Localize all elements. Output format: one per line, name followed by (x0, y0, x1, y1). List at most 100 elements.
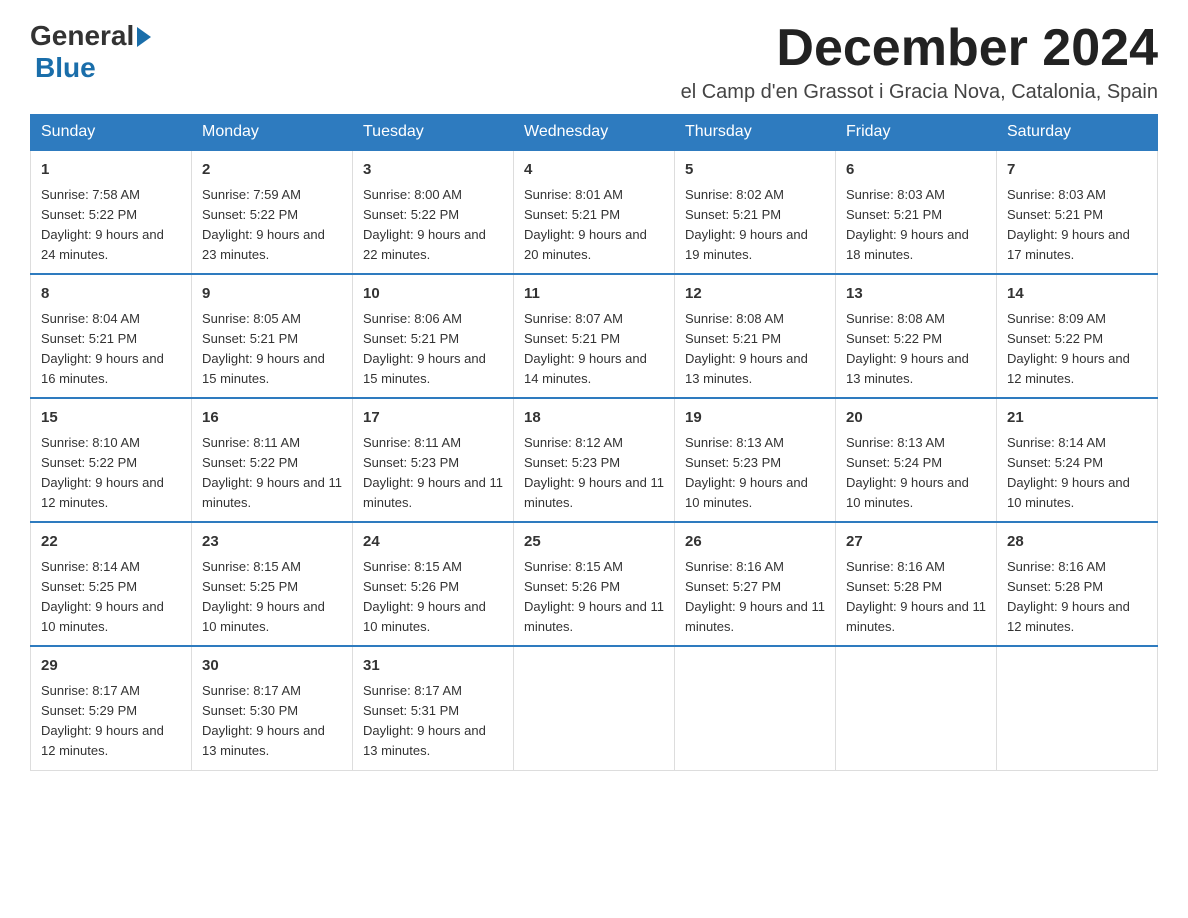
day-info: Sunrise: 8:10 AMSunset: 5:22 PMDaylight:… (41, 435, 164, 510)
calendar-table: Sunday Monday Tuesday Wednesday Thursday… (30, 114, 1158, 770)
header-thursday: Thursday (675, 115, 836, 151)
table-row: 1 Sunrise: 7:58 AMSunset: 5:22 PMDayligh… (31, 150, 192, 274)
logo-text-general: General (30, 20, 134, 52)
header-wednesday: Wednesday (514, 115, 675, 151)
day-info: Sunrise: 8:05 AMSunset: 5:21 PMDaylight:… (202, 311, 325, 386)
day-info: Sunrise: 8:14 AMSunset: 5:25 PMDaylight:… (41, 559, 164, 634)
table-row: 16 Sunrise: 8:11 AMSunset: 5:22 PMDaylig… (192, 398, 353, 522)
table-row: 11 Sunrise: 8:07 AMSunset: 5:21 PMDaylig… (514, 274, 675, 398)
table-row: 25 Sunrise: 8:15 AMSunset: 5:26 PMDaylig… (514, 522, 675, 646)
logo-arrow-icon (137, 27, 151, 47)
header-saturday: Saturday (997, 115, 1158, 151)
day-number: 23 (202, 531, 342, 554)
day-info: Sunrise: 8:17 AMSunset: 5:30 PMDaylight:… (202, 683, 325, 758)
day-info: Sunrise: 8:15 AMSunset: 5:25 PMDaylight:… (202, 559, 325, 634)
table-row: 5 Sunrise: 8:02 AMSunset: 5:21 PMDayligh… (675, 150, 836, 274)
day-info: Sunrise: 8:12 AMSunset: 5:23 PMDaylight:… (524, 435, 664, 510)
header-sunday: Sunday (31, 115, 192, 151)
day-info: Sunrise: 8:06 AMSunset: 5:21 PMDaylight:… (363, 311, 486, 386)
day-info: Sunrise: 8:11 AMSunset: 5:23 PMDaylight:… (363, 435, 503, 510)
table-row (836, 646, 997, 770)
day-number: 1 (41, 159, 181, 182)
table-row: 3 Sunrise: 8:00 AMSunset: 5:22 PMDayligh… (353, 150, 514, 274)
day-number: 19 (685, 407, 825, 430)
table-row: 8 Sunrise: 8:04 AMSunset: 5:21 PMDayligh… (31, 274, 192, 398)
day-info: Sunrise: 8:17 AMSunset: 5:31 PMDaylight:… (363, 683, 486, 758)
title-area: December 2024 el Camp d'en Grassot i Gra… (681, 20, 1158, 104)
day-info: Sunrise: 8:08 AMSunset: 5:22 PMDaylight:… (846, 311, 969, 386)
day-number: 16 (202, 407, 342, 430)
day-info: Sunrise: 8:13 AMSunset: 5:24 PMDaylight:… (846, 435, 969, 510)
calendar-week-row: 22 Sunrise: 8:14 AMSunset: 5:25 PMDaylig… (31, 522, 1158, 646)
day-number: 6 (846, 159, 986, 182)
month-title: December 2024 (681, 20, 1158, 77)
logo-text-blue: Blue (35, 52, 151, 84)
table-row (514, 646, 675, 770)
table-row: 29 Sunrise: 8:17 AMSunset: 5:29 PMDaylig… (31, 646, 192, 770)
day-number: 13 (846, 283, 986, 306)
day-info: Sunrise: 8:16 AMSunset: 5:27 PMDaylight:… (685, 559, 825, 634)
calendar-week-row: 15 Sunrise: 8:10 AMSunset: 5:22 PMDaylig… (31, 398, 1158, 522)
day-number: 7 (1007, 159, 1147, 182)
header-friday: Friday (836, 115, 997, 151)
day-number: 21 (1007, 407, 1147, 430)
calendar-week-row: 8 Sunrise: 8:04 AMSunset: 5:21 PMDayligh… (31, 274, 1158, 398)
day-info: Sunrise: 8:14 AMSunset: 5:24 PMDaylight:… (1007, 435, 1130, 510)
table-row: 22 Sunrise: 8:14 AMSunset: 5:25 PMDaylig… (31, 522, 192, 646)
day-info: Sunrise: 7:58 AMSunset: 5:22 PMDaylight:… (41, 187, 164, 262)
table-row: 12 Sunrise: 8:08 AMSunset: 5:21 PMDaylig… (675, 274, 836, 398)
header-monday: Monday (192, 115, 353, 151)
table-row: 7 Sunrise: 8:03 AMSunset: 5:21 PMDayligh… (997, 150, 1158, 274)
day-number: 10 (363, 283, 503, 306)
table-row: 13 Sunrise: 8:08 AMSunset: 5:22 PMDaylig… (836, 274, 997, 398)
table-row: 18 Sunrise: 8:12 AMSunset: 5:23 PMDaylig… (514, 398, 675, 522)
day-info: Sunrise: 8:08 AMSunset: 5:21 PMDaylight:… (685, 311, 808, 386)
day-info: Sunrise: 7:59 AMSunset: 5:22 PMDaylight:… (202, 187, 325, 262)
table-row: 28 Sunrise: 8:16 AMSunset: 5:28 PMDaylig… (997, 522, 1158, 646)
day-number: 30 (202, 655, 342, 678)
day-info: Sunrise: 8:02 AMSunset: 5:21 PMDaylight:… (685, 187, 808, 262)
day-number: 3 (363, 159, 503, 182)
table-row (997, 646, 1158, 770)
day-number: 26 (685, 531, 825, 554)
table-row: 24 Sunrise: 8:15 AMSunset: 5:26 PMDaylig… (353, 522, 514, 646)
table-row: 27 Sunrise: 8:16 AMSunset: 5:28 PMDaylig… (836, 522, 997, 646)
table-row: 15 Sunrise: 8:10 AMSunset: 5:22 PMDaylig… (31, 398, 192, 522)
day-info: Sunrise: 8:16 AMSunset: 5:28 PMDaylight:… (1007, 559, 1130, 634)
day-info: Sunrise: 8:17 AMSunset: 5:29 PMDaylight:… (41, 683, 164, 758)
day-number: 22 (41, 531, 181, 554)
day-number: 4 (524, 159, 664, 182)
day-info: Sunrise: 8:13 AMSunset: 5:23 PMDaylight:… (685, 435, 808, 510)
day-number: 17 (363, 407, 503, 430)
page-header: General Blue December 2024 el Camp d'en … (30, 20, 1158, 104)
day-number: 24 (363, 531, 503, 554)
table-row: 2 Sunrise: 7:59 AMSunset: 5:22 PMDayligh… (192, 150, 353, 274)
day-number: 20 (846, 407, 986, 430)
location-subtitle: el Camp d'en Grassot i Gracia Nova, Cata… (681, 81, 1158, 104)
day-info: Sunrise: 8:16 AMSunset: 5:28 PMDaylight:… (846, 559, 986, 634)
table-row: 31 Sunrise: 8:17 AMSunset: 5:31 PMDaylig… (353, 646, 514, 770)
day-number: 28 (1007, 531, 1147, 554)
day-info: Sunrise: 8:00 AMSunset: 5:22 PMDaylight:… (363, 187, 486, 262)
day-info: Sunrise: 8:09 AMSunset: 5:22 PMDaylight:… (1007, 311, 1130, 386)
day-info: Sunrise: 8:11 AMSunset: 5:22 PMDaylight:… (202, 435, 342, 510)
day-number: 9 (202, 283, 342, 306)
table-row: 26 Sunrise: 8:16 AMSunset: 5:27 PMDaylig… (675, 522, 836, 646)
day-number: 14 (1007, 283, 1147, 306)
day-number: 11 (524, 283, 664, 306)
day-number: 8 (41, 283, 181, 306)
table-row: 21 Sunrise: 8:14 AMSunset: 5:24 PMDaylig… (997, 398, 1158, 522)
table-row: 23 Sunrise: 8:15 AMSunset: 5:25 PMDaylig… (192, 522, 353, 646)
table-row: 6 Sunrise: 8:03 AMSunset: 5:21 PMDayligh… (836, 150, 997, 274)
calendar-week-row: 29 Sunrise: 8:17 AMSunset: 5:29 PMDaylig… (31, 646, 1158, 770)
header-tuesday: Tuesday (353, 115, 514, 151)
calendar-week-row: 1 Sunrise: 7:58 AMSunset: 5:22 PMDayligh… (31, 150, 1158, 274)
day-number: 31 (363, 655, 503, 678)
table-row: 10 Sunrise: 8:06 AMSunset: 5:21 PMDaylig… (353, 274, 514, 398)
day-info: Sunrise: 8:15 AMSunset: 5:26 PMDaylight:… (363, 559, 486, 634)
day-number: 25 (524, 531, 664, 554)
day-number: 5 (685, 159, 825, 182)
weekday-header-row: Sunday Monday Tuesday Wednesday Thursday… (31, 115, 1158, 151)
day-number: 15 (41, 407, 181, 430)
day-number: 2 (202, 159, 342, 182)
